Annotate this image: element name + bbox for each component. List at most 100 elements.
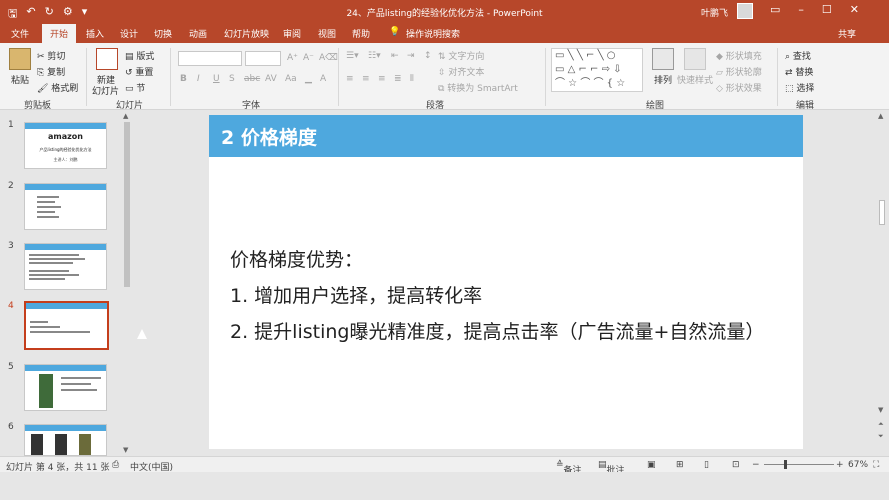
- section-button[interactable]: ▭ 节: [125, 81, 145, 94]
- slide-title[interactable]: 2 价格梯度: [221, 123, 317, 150]
- text-direction-button[interactable]: ⇅ 文字方向: [438, 49, 484, 62]
- select-button[interactable]: ⬚ 选择: [785, 81, 814, 94]
- char-spacing-button[interactable]: AV: [265, 74, 277, 84]
- paste-icon[interactable]: [9, 48, 31, 70]
- current-slide[interactable]: 2 价格梯度 价格梯度优势： 1. 增加用户选择，提高转化率 2. 提升list…: [209, 115, 803, 449]
- align-left-button[interactable]: ≡: [346, 74, 354, 84]
- avatar[interactable]: [737, 3, 753, 19]
- copy-button[interactable]: ⎘ 复制: [37, 65, 65, 78]
- spellcheck-icon[interactable]: ⎙: [112, 460, 119, 470]
- scroll-up-icon[interactable]: ▲: [878, 112, 883, 120]
- highlight-button[interactable]: ▁: [305, 74, 312, 84]
- tab-design[interactable]: 设计: [120, 27, 138, 40]
- line-spacing-button[interactable]: ↕: [424, 51, 432, 61]
- slide-sorter-icon[interactable]: ⊞: [676, 460, 684, 470]
- format-painter-button[interactable]: 🖌 格式刷: [37, 81, 78, 94]
- find-button[interactable]: ⌕ 查找: [785, 49, 811, 62]
- arrange-icon[interactable]: [652, 48, 674, 70]
- shape-outline-button[interactable]: ▱ 形状轮廓: [716, 65, 762, 78]
- canvas-scrollbar[interactable]: ▲ ▼ ⏶ ⏷: [877, 110, 887, 456]
- bullets-button[interactable]: ☰▾: [346, 51, 359, 61]
- grow-font-button[interactable]: A⁺: [287, 53, 298, 63]
- quick-styles-button[interactable]: 快速样式: [677, 73, 713, 86]
- tab-animations[interactable]: 动画: [189, 27, 207, 40]
- tab-view[interactable]: 视图: [318, 27, 336, 40]
- strikethrough-button[interactable]: abc: [244, 74, 260, 84]
- italic-button[interactable]: I: [197, 74, 200, 84]
- next-slide-icon[interactable]: ⏷: [878, 432, 884, 441]
- slide-heading[interactable]: 价格梯度优势：: [230, 245, 363, 272]
- cut-button[interactable]: ✂ 剪切: [37, 49, 65, 62]
- columns-button[interactable]: ⫴: [410, 74, 414, 84]
- font-family-select[interactable]: [178, 51, 242, 66]
- tab-slideshow[interactable]: 幻灯片放映: [224, 27, 269, 40]
- slide-thumbnail-4[interactable]: [24, 301, 109, 350]
- scroll-down-icon[interactable]: ▼: [878, 406, 883, 414]
- tell-me-search[interactable]: 操作说明搜索: [406, 27, 460, 40]
- close-icon[interactable]: ✕: [850, 3, 859, 16]
- reset-button[interactable]: ↺ 重置: [125, 65, 153, 78]
- scroll-down-icon[interactable]: ▼: [123, 446, 128, 454]
- align-right-button[interactable]: ≡: [378, 74, 386, 84]
- slide-point-1[interactable]: 1. 增加用户选择，提高转化率: [230, 281, 482, 308]
- slideshow-icon[interactable]: ⊡: [732, 460, 740, 470]
- normal-view-icon[interactable]: ▣: [647, 460, 656, 470]
- arrange-button[interactable]: 排列: [654, 73, 672, 86]
- font-color-button[interactable]: A: [320, 74, 326, 84]
- slide-thumbnail-5[interactable]: [24, 364, 107, 411]
- zoom-in-icon[interactable]: +: [836, 460, 844, 470]
- shape-fill-button[interactable]: ◆ 形状填充: [716, 49, 762, 62]
- minimize-icon[interactable]: –: [798, 3, 804, 16]
- decrease-indent-button[interactable]: ⇤: [391, 51, 399, 61]
- tab-home[interactable]: 开始: [42, 24, 77, 43]
- prev-slide-icon[interactable]: ⏶: [878, 420, 884, 429]
- increase-indent-button[interactable]: ⇥: [407, 51, 415, 61]
- quick-styles-icon[interactable]: [684, 48, 706, 70]
- zoom-slider[interactable]: [764, 464, 834, 465]
- align-text-button[interactable]: ⇳ 对齐文本: [438, 65, 484, 78]
- reading-view-icon[interactable]: ▯: [704, 460, 709, 470]
- shrink-font-button[interactable]: A⁻: [303, 53, 314, 63]
- zoom-level[interactable]: 67%: [848, 460, 868, 470]
- scroll-up-icon[interactable]: ▲: [123, 112, 128, 120]
- user-name[interactable]: 叶鹏飞: [701, 6, 728, 19]
- scroll-thumb[interactable]: [879, 200, 885, 225]
- zoom-out-icon[interactable]: −: [752, 460, 760, 470]
- replace-button[interactable]: ⇄ 替换: [785, 65, 813, 78]
- slide-thumbnail-2[interactable]: [24, 183, 107, 230]
- thumbnail-scrollbar[interactable]: ▲ ▼: [122, 110, 132, 456]
- shadow-button[interactable]: S: [229, 74, 235, 84]
- share-button[interactable]: 共享: [838, 27, 856, 40]
- shape-effects-button[interactable]: ◇ 形状效果: [716, 81, 762, 94]
- smartart-button[interactable]: ⧉ 转换为 SmartArt: [438, 81, 518, 94]
- ribbon-options-icon[interactable]: ▭: [770, 3, 780, 16]
- layout-button[interactable]: ▤ 版式: [125, 49, 154, 62]
- slide-thumbnail-6[interactable]: [24, 424, 107, 456]
- scroll-thumb[interactable]: [124, 122, 130, 287]
- maximize-icon[interactable]: ☐: [822, 3, 832, 16]
- paste-button[interactable]: 粘贴: [11, 73, 29, 86]
- new-slide-icon[interactable]: [96, 48, 118, 70]
- underline-button[interactable]: U: [213, 74, 220, 84]
- slide-point-2[interactable]: 2. 提升listing曝光精准度，提高点击率（广告流量+自然流量）: [230, 317, 764, 344]
- shapes-gallery[interactable]: ▭ ╲ ╲ ⌐ ╲ ○ ▭ △ ⌐ ⌐ ⇨ ⇩ ⌒ ☆ ⌒ ⌒ { ☆: [551, 48, 643, 92]
- zoom-slider-thumb[interactable]: [784, 460, 787, 469]
- notes-button[interactable]: ≙ 备注: [556, 460, 582, 476]
- slide-thumbnail-1[interactable]: amazon 产品listing的经验化优化方法 主讲人：刘鹏: [24, 122, 107, 169]
- tab-file[interactable]: 文件: [11, 27, 29, 40]
- tab-review[interactable]: 审阅: [283, 27, 301, 40]
- numbering-button[interactable]: ☷▾: [368, 51, 381, 61]
- justify-button[interactable]: ≣: [394, 74, 402, 84]
- font-size-select[interactable]: [245, 51, 281, 66]
- new-slide-label-2[interactable]: 幻灯片: [92, 84, 119, 97]
- change-case-button[interactable]: Aa: [285, 74, 297, 84]
- tab-help[interactable]: 帮助: [352, 27, 370, 40]
- clear-format-button[interactable]: A⌫: [319, 53, 338, 63]
- align-center-button[interactable]: ≡: [362, 74, 370, 84]
- tab-transitions[interactable]: 切换: [154, 27, 172, 40]
- tab-insert[interactable]: 插入: [86, 27, 104, 40]
- slide-thumbnail-3[interactable]: [24, 243, 107, 290]
- comments-button[interactable]: ▤ 批注: [598, 460, 625, 476]
- bold-button[interactable]: B: [180, 74, 187, 84]
- fit-to-window-icon[interactable]: ⛶: [873, 460, 879, 470]
